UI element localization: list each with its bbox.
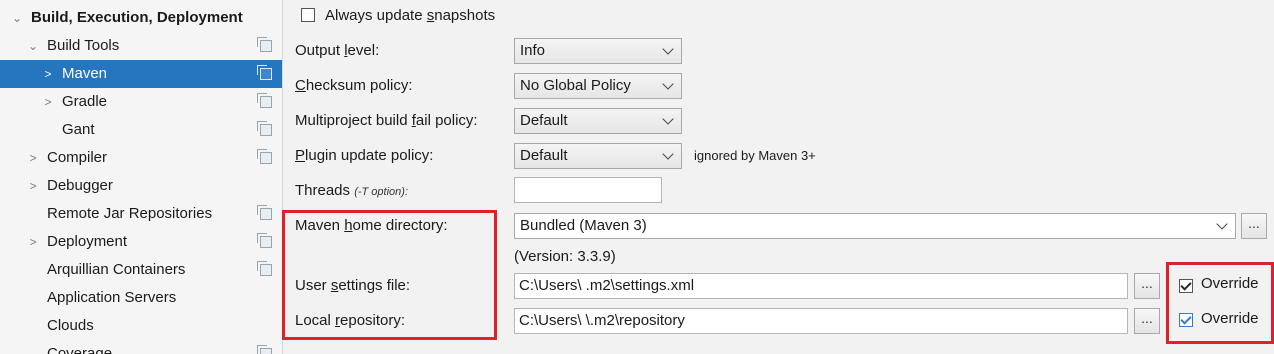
- tree-item-label: Compiler: [47, 149, 108, 166]
- tree-item-arquillian-containers[interactable]: Arquillian Containers: [0, 256, 282, 284]
- chevron-right-icon[interactable]: >: [41, 88, 55, 116]
- tree-section-build-execution-deployment[interactable]: ⌄ Build, Execution, Deployment: [0, 4, 282, 32]
- chevron-down-icon: [662, 43, 674, 55]
- tree-item-maven[interactable]: > Maven: [0, 60, 282, 88]
- project-level-icon: [257, 149, 272, 164]
- plugin-update-note: ignored by Maven 3+: [694, 148, 816, 163]
- tree-item-label: Coverage: [47, 345, 113, 354]
- project-level-icon: [257, 93, 272, 108]
- maven-version-text: (Version: 3.3.9): [514, 248, 616, 265]
- tree-item-remote-jar-repositories[interactable]: Remote Jar Repositories: [0, 200, 282, 228]
- threads-label: Threads (-T option):: [295, 182, 408, 199]
- tree-item-label: Gradle: [62, 93, 108, 110]
- project-level-icon: [257, 345, 272, 354]
- chevron-down-icon[interactable]: ⌄: [10, 4, 24, 32]
- tree-item-build-tools[interactable]: ⌄ Build Tools: [0, 32, 282, 60]
- plugin-update-policy-select[interactable]: Default: [514, 143, 682, 169]
- highlight-box-overrides: [1166, 262, 1274, 344]
- tree-item-application-servers[interactable]: Application Servers: [0, 284, 282, 312]
- multiproject-fail-policy-label: Multiproject build fail policy:: [295, 112, 478, 129]
- project-level-icon: [257, 261, 272, 276]
- always-update-snapshots-label[interactable]: Always update snapshots: [325, 3, 495, 29]
- tree-item-label: Arquillian Containers: [47, 261, 186, 278]
- project-level-icon: [257, 205, 272, 220]
- chevron-down-icon: [1216, 218, 1228, 230]
- chevron-right-icon[interactable]: >: [26, 144, 40, 172]
- chevron-down-icon: [662, 78, 674, 90]
- user-settings-browse-button[interactable]: ...: [1134, 273, 1160, 299]
- tree-section-label: Build, Execution, Deployment: [31, 9, 243, 26]
- checksum-policy-select[interactable]: No Global Policy: [514, 73, 682, 99]
- tree-item-label: Build Tools: [47, 37, 120, 54]
- chevron-right-icon[interactable]: >: [26, 172, 40, 200]
- tree-item-gradle[interactable]: > Gradle: [0, 88, 282, 116]
- chevron-right-icon[interactable]: >: [26, 228, 40, 256]
- always-update-snapshots-checkbox[interactable]: [301, 8, 315, 22]
- project-level-icon: [257, 121, 272, 136]
- project-level-icon: [257, 37, 272, 52]
- tree-item-label: Gant: [62, 121, 95, 138]
- tree-item-label: Remote Jar Repositories: [47, 205, 213, 222]
- chevron-down-icon[interactable]: ⌄: [26, 32, 40, 60]
- tree-item-deployment[interactable]: > Deployment: [0, 228, 282, 256]
- maven-home-directory-select[interactable]: Bundled (Maven 3): [514, 213, 1236, 239]
- settings-tree: ⌄ Build, Execution, Deployment ⌄ Build T…: [0, 0, 283, 354]
- checksum-policy-label: Checksum policy:: [295, 77, 413, 94]
- local-repository-browse-button[interactable]: ...: [1134, 308, 1160, 334]
- maven-home-browse-button[interactable]: ...: [1241, 213, 1267, 239]
- tree-item-compiler[interactable]: > Compiler: [0, 144, 282, 172]
- highlight-box-labels: [282, 210, 497, 340]
- tree-item-debugger[interactable]: > Debugger: [0, 172, 282, 200]
- project-level-icon: [257, 233, 272, 248]
- user-settings-file-input[interactable]: C:\Users\ .m2\settings.xml: [514, 273, 1128, 299]
- project-level-icon: [257, 65, 272, 80]
- output-level-select[interactable]: Info: [514, 38, 682, 64]
- local-repository-input[interactable]: C:\Users\ \.m2\repository: [514, 308, 1128, 334]
- maven-settings-panel: Always update snapshots Output level: In…: [282, 0, 1274, 354]
- chevron-down-icon: [662, 113, 674, 125]
- threads-input[interactable]: [514, 177, 662, 203]
- multiproject-fail-policy-select[interactable]: Default: [514, 108, 682, 134]
- plugin-update-policy-label: Plugin update policy:: [295, 147, 434, 164]
- tree-item-label: Debugger: [47, 177, 113, 194]
- tree-item-label: Clouds: [47, 317, 94, 334]
- tree-item-label: Maven: [62, 65, 108, 82]
- tree-item-label: Application Servers: [47, 289, 177, 306]
- chevron-right-icon[interactable]: >: [41, 60, 55, 88]
- output-level-label: Output level:: [295, 42, 380, 59]
- tree-item-clouds[interactable]: Clouds: [0, 312, 282, 340]
- tree-item-coverage[interactable]: Coverage: [0, 340, 282, 354]
- tree-item-label: Deployment: [47, 233, 128, 250]
- chevron-down-icon: [662, 148, 674, 160]
- tree-item-gant[interactable]: Gant: [0, 116, 282, 144]
